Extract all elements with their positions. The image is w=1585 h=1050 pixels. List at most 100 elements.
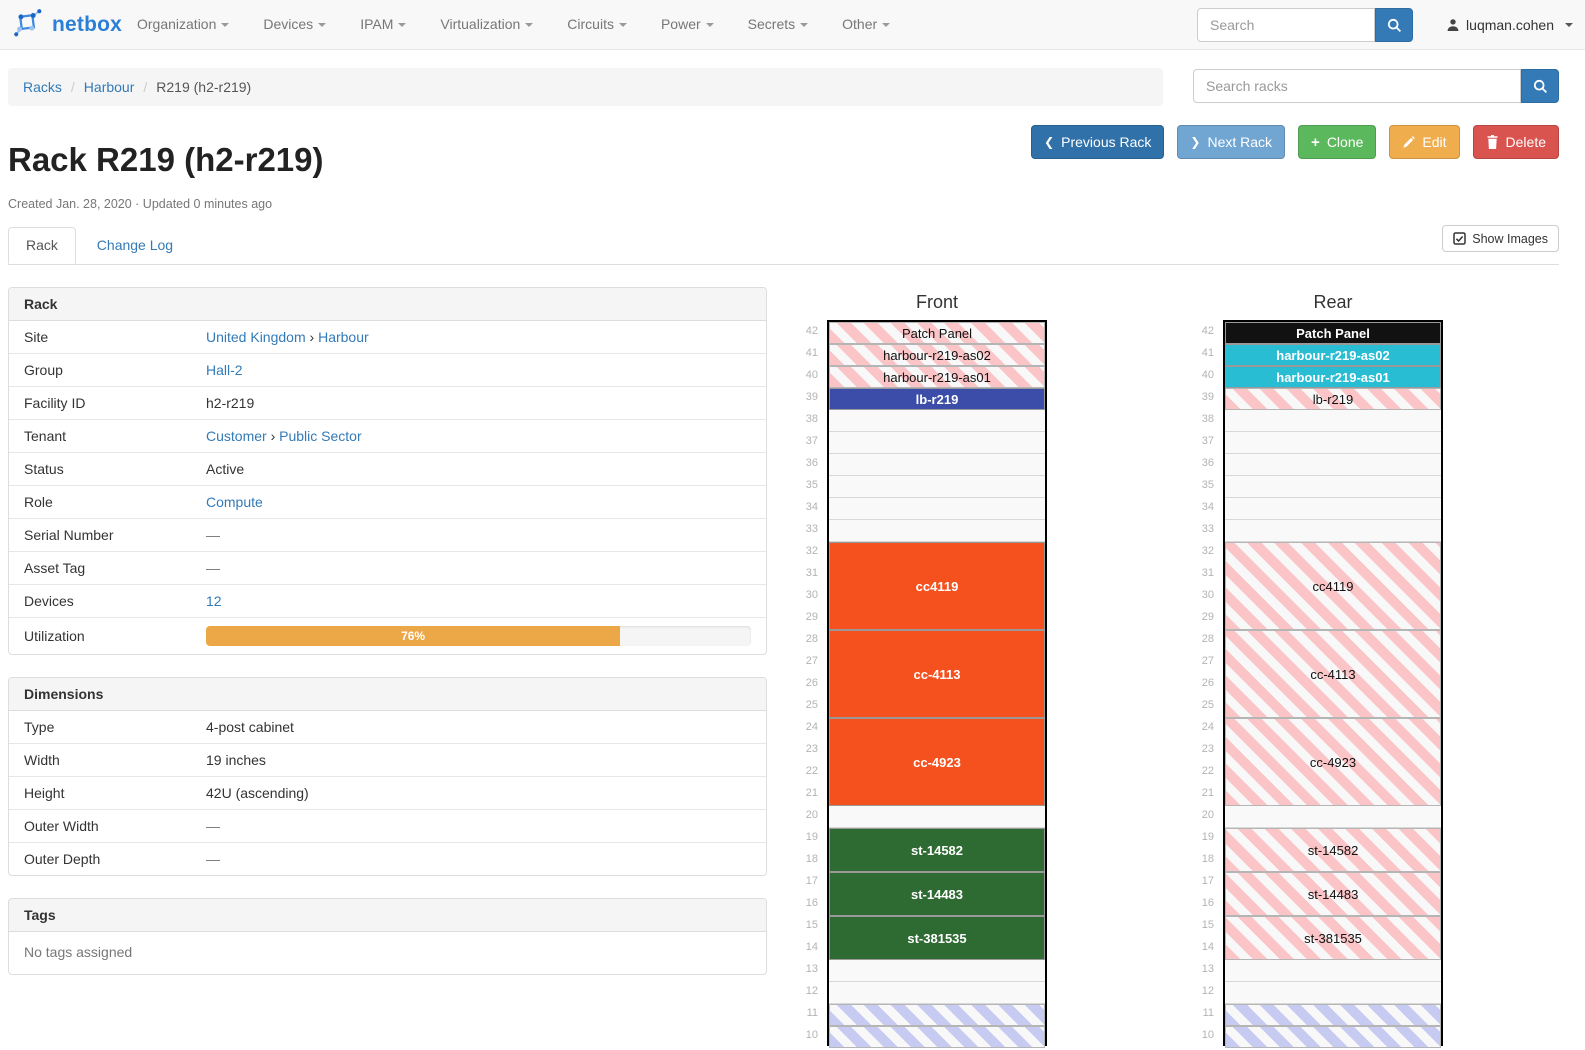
row-link[interactable]: 12	[206, 593, 222, 609]
unit-number: 38	[794, 408, 818, 430]
unit-number: 23	[794, 738, 818, 760]
rack-empty-unit[interactable]	[829, 476, 1045, 498]
page-meta: Created Jan. 28, 2020 · Updated 0 minute…	[8, 197, 272, 211]
rack-device[interactable]: lb-r219	[1225, 388, 1441, 410]
menu-circuits[interactable]: Circuits	[550, 0, 644, 50]
rack-device[interactable]: cc-4113	[1225, 630, 1441, 718]
row-value: 4-post cabinet	[206, 719, 751, 735]
breadcrumb-racks[interactable]: Racks	[23, 79, 62, 95]
netbox-logo-icon	[12, 7, 44, 44]
breadcrumb-harbour[interactable]: Harbour	[84, 79, 135, 95]
row-label: Tenant	[24, 428, 206, 444]
tab-rack[interactable]: Rack	[8, 227, 76, 264]
rack-device[interactable]: harbour-r219-as02	[829, 344, 1045, 366]
global-search-button[interactable]	[1375, 8, 1413, 42]
detail-row: Width19 inches	[9, 743, 766, 776]
rack-empty-unit[interactable]	[1225, 454, 1441, 476]
rack-reserved-unit	[829, 1026, 1045, 1048]
menu-devices[interactable]: Devices	[246, 0, 343, 50]
rack-empty-unit[interactable]	[829, 982, 1045, 1004]
breadcrumb: Racks / Harbour / R219 (h2-r219)	[8, 68, 1163, 106]
rack-search-input[interactable]	[1193, 69, 1521, 103]
menu-ipam[interactable]: IPAM	[343, 0, 423, 50]
row-link[interactable]: Customer	[206, 428, 267, 444]
unit-number: 31	[1190, 562, 1214, 584]
rack-empty-unit[interactable]	[829, 498, 1045, 520]
unit-number: 33	[1190, 518, 1214, 540]
edit-button[interactable]: Edit	[1389, 125, 1459, 159]
rack-device[interactable]: st-14582	[829, 828, 1045, 872]
main-menu: Organization Devices IPAM Virtualization…	[120, 0, 907, 50]
rack-empty-unit[interactable]	[1225, 982, 1441, 1004]
row-text: —	[206, 560, 220, 576]
rack-empty-unit[interactable]	[829, 960, 1045, 982]
row-link[interactable]: Harbour	[318, 329, 369, 345]
rack-panel-rows: SiteUnited Kingdom › HarbourGroupHall-2F…	[9, 321, 766, 654]
unit-number: 26	[1190, 672, 1214, 694]
row-label: Facility ID	[24, 395, 206, 411]
rack-empty-unit[interactable]	[1225, 432, 1441, 454]
menu-power[interactable]: Power	[644, 0, 731, 50]
rack-search-button[interactable]	[1521, 69, 1559, 103]
rack-empty-unit[interactable]	[1225, 960, 1441, 982]
rack-device[interactable]: Patch Panel	[829, 322, 1045, 344]
clone-button[interactable]: +Clone	[1298, 125, 1376, 159]
rack-device[interactable]: st-381535	[829, 916, 1045, 960]
unit-numbers: 4241403938373635343332313029282726252423…	[1190, 320, 1214, 1046]
rack-device[interactable]: cc-4923	[1225, 718, 1441, 806]
menu-secrets[interactable]: Secrets	[731, 0, 825, 50]
row-link[interactable]: Hall-2	[206, 362, 243, 378]
chevron-down-icon	[398, 23, 406, 27]
row-label: Role	[24, 494, 206, 510]
rack-device[interactable]: harbour-r219-as01	[829, 366, 1045, 388]
detail-row: Serial Number—	[9, 518, 766, 551]
menu-other[interactable]: Other	[825, 0, 907, 50]
unit-number: 23	[1190, 738, 1214, 760]
unit-number: 35	[794, 474, 818, 496]
previous-rack-button[interactable]: ❮Previous Rack	[1031, 125, 1164, 159]
unit-number: 18	[794, 848, 818, 870]
menu-organization[interactable]: Organization	[120, 0, 246, 50]
tab-change-log[interactable]: Change Log	[80, 228, 190, 262]
action-buttons: ❮Previous Rack ❯Next Rack +Clone Edit De…	[1031, 125, 1559, 159]
rack-empty-unit[interactable]	[829, 432, 1045, 454]
row-link[interactable]: Public Sector	[279, 428, 361, 444]
delete-button[interactable]: Delete	[1473, 125, 1559, 159]
rack-device[interactable]: st-381535	[1225, 916, 1441, 960]
rack-empty-unit[interactable]	[1225, 520, 1441, 542]
rack-device[interactable]: cc4119	[1225, 542, 1441, 630]
rack-device[interactable]: st-14483	[829, 872, 1045, 916]
row-text: —	[206, 851, 220, 867]
rack-empty-unit[interactable]	[1225, 806, 1441, 828]
menu-virtualization[interactable]: Virtualization	[423, 0, 550, 50]
rack-empty-unit[interactable]	[1225, 498, 1441, 520]
rack-device[interactable]: cc4119	[829, 542, 1045, 630]
row-link[interactable]: Compute	[206, 494, 263, 510]
rack-empty-unit[interactable]	[1225, 410, 1441, 432]
rack-empty-unit[interactable]	[1225, 476, 1441, 498]
global-search-input[interactable]	[1197, 8, 1375, 42]
show-images-button[interactable]: Show Images	[1442, 225, 1559, 252]
rack-device[interactable]: cc-4113	[829, 630, 1045, 718]
row-link[interactable]: United Kingdom	[206, 329, 306, 345]
rack-device[interactable]: lb-r219	[829, 388, 1045, 410]
global-search	[1197, 8, 1413, 42]
unit-number: 25	[1190, 694, 1214, 716]
rack-device[interactable]: harbour-r219-as01	[1225, 366, 1441, 388]
rack-device[interactable]: cc-4923	[829, 718, 1045, 806]
rack-empty-unit[interactable]	[829, 454, 1045, 476]
rack-device[interactable]: harbour-r219-as02	[1225, 344, 1441, 366]
rack-device[interactable]: st-14582	[1225, 828, 1441, 872]
row-value: 12	[206, 593, 751, 609]
row-label: Utilization	[24, 628, 206, 644]
netbox-logo[interactable]: netbox	[12, 0, 122, 50]
rack-device[interactable]: Patch Panel	[1225, 322, 1441, 344]
search-icon	[1387, 18, 1402, 33]
rack-device[interactable]: st-14483	[1225, 872, 1441, 916]
user-menu[interactable]: luqman.cohen	[1446, 0, 1573, 50]
rack-empty-unit[interactable]	[829, 806, 1045, 828]
next-rack-button[interactable]: ❯Next Rack	[1177, 125, 1285, 159]
search-icon	[1533, 79, 1548, 94]
rack-empty-unit[interactable]	[829, 410, 1045, 432]
rack-empty-unit[interactable]	[829, 520, 1045, 542]
